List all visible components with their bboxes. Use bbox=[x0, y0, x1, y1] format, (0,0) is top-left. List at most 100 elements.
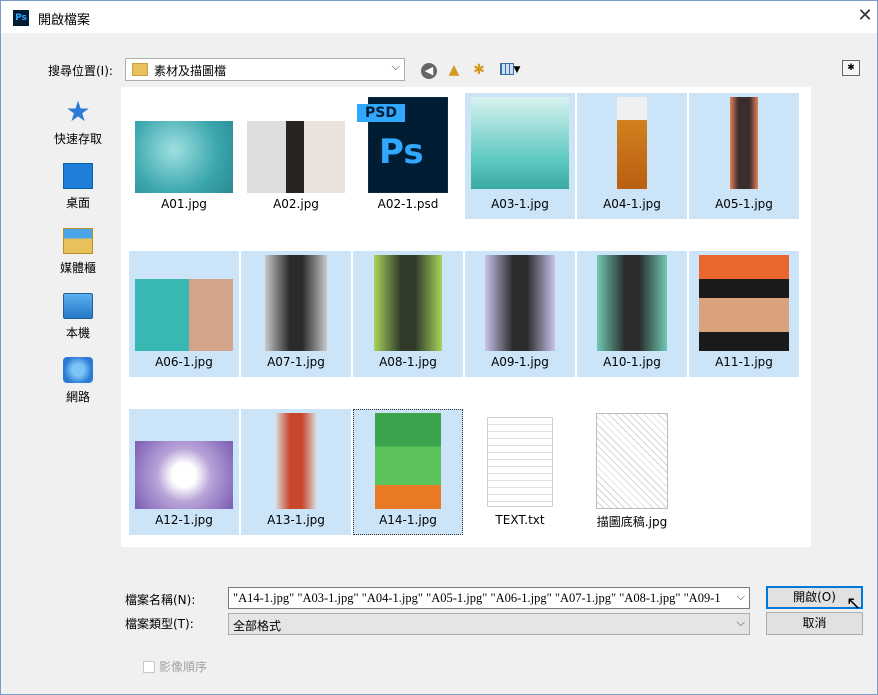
look-in-value: 素材及描圖檔 bbox=[154, 64, 227, 78]
file-name: A12-1.jpg bbox=[155, 513, 213, 527]
file-name: A02-1.psd bbox=[377, 197, 439, 211]
place-label: 網路 bbox=[65, 390, 90, 404]
file-list[interactable]: A01.jpg A02.jpg PSD Ps A02-1.psd A03-1.j… bbox=[121, 87, 811, 547]
file-name: A01.jpg bbox=[161, 197, 207, 211]
file-item[interactable]: A05-1.jpg bbox=[689, 93, 799, 219]
product-thumbnail bbox=[597, 255, 667, 351]
file-name: 描圖底稿.jpg bbox=[596, 515, 668, 529]
psd-file-icon: PSD Ps bbox=[357, 97, 448, 193]
file-name: A07-1.jpg bbox=[267, 355, 325, 369]
product-thumbnail bbox=[135, 441, 233, 509]
file-item[interactable]: PSD Ps A02-1.psd bbox=[353, 93, 463, 219]
product-thumbnail bbox=[485, 255, 555, 351]
file-item[interactable]: A08-1.jpg bbox=[353, 251, 463, 377]
file-type-label: 檔案類型(T): bbox=[125, 617, 194, 631]
file-name: A05-1.jpg bbox=[715, 197, 773, 211]
look-in-label: 搜尋位置(I): bbox=[48, 64, 113, 78]
product-thumbnail bbox=[730, 97, 758, 189]
place-network[interactable]: 網路 bbox=[41, 353, 115, 415]
back-arrow-icon: ◀ bbox=[421, 63, 437, 79]
this-pc-icon bbox=[63, 293, 93, 319]
open-file-dialog: Ps 開啟檔案 ✕ 搜尋位置(I): 素材及描圖檔 ⌵ ◀ ▲ ✱ ▼ ✱ ★ … bbox=[0, 0, 878, 695]
title-bar: Ps 開啟檔案 ✕ bbox=[1, 1, 877, 33]
file-item[interactable]: A11-1.jpg bbox=[689, 251, 799, 377]
view-grid-icon bbox=[499, 63, 514, 75]
text-file-icon bbox=[487, 417, 553, 507]
place-quick-access[interactable]: ★ 快速存取 bbox=[41, 95, 115, 157]
photoshop-app-icon: Ps bbox=[13, 10, 29, 26]
product-thumbnail bbox=[375, 413, 441, 509]
network-icon bbox=[63, 357, 93, 383]
view-menu-button[interactable]: ▼ bbox=[495, 60, 525, 80]
file-type-select[interactable]: 全部格式 ⌵ bbox=[228, 613, 750, 635]
file-item[interactable]: A06-1.jpg bbox=[129, 251, 239, 377]
file-item[interactable]: A12-1.jpg bbox=[129, 409, 239, 535]
checkbox-box[interactable] bbox=[143, 661, 155, 673]
place-label: 媒體櫃 bbox=[59, 261, 96, 275]
desktop-folder-icon[interactable]: ✱ bbox=[842, 60, 860, 76]
libraries-icon bbox=[63, 228, 93, 254]
file-item[interactable]: A10-1.jpg bbox=[577, 251, 687, 377]
look-in-combobox[interactable]: 素材及描圖檔 ⌵ bbox=[125, 58, 405, 81]
file-name: A09-1.jpg bbox=[491, 355, 549, 369]
new-folder-icon: ✱ bbox=[473, 62, 485, 78]
file-item[interactable]: A04-1.jpg bbox=[577, 93, 687, 219]
water-thumbnail bbox=[135, 121, 233, 193]
file-name-input[interactable]: "A14-1.jpg" "A03-1.jpg" "A04-1.jpg" "A05… bbox=[233, 591, 725, 606]
dialog-title: 開啟檔案 bbox=[38, 13, 91, 28]
file-name: A04-1.jpg bbox=[603, 197, 661, 211]
up-folder-button[interactable]: ▲ bbox=[444, 60, 464, 80]
file-name: A06-1.jpg bbox=[155, 355, 213, 369]
file-name: A10-1.jpg bbox=[603, 355, 661, 369]
ps-logo: Ps bbox=[379, 132, 424, 172]
file-item[interactable]: A01.jpg bbox=[129, 93, 239, 219]
file-name: A14-1.jpg bbox=[379, 513, 437, 527]
file-item[interactable]: TEXT.txt bbox=[465, 409, 575, 535]
chevron-down-icon[interactable]: ⌵ bbox=[737, 616, 745, 630]
product-thumbnail bbox=[374, 255, 442, 351]
place-libraries[interactable]: 媒體櫃 bbox=[41, 224, 115, 286]
cancel-button[interactable]: 取消 bbox=[766, 612, 863, 635]
place-label: 本機 bbox=[65, 326, 90, 340]
place-label: 桌面 bbox=[65, 196, 90, 210]
file-item[interactable]: A13-1.jpg bbox=[241, 409, 351, 535]
product-thumbnail bbox=[135, 279, 233, 351]
sketch-thumbnail bbox=[596, 413, 668, 509]
chevron-down-icon[interactable]: ⌵ bbox=[392, 60, 400, 74]
product-thumbnail bbox=[471, 97, 569, 189]
place-label: 快速存取 bbox=[53, 132, 102, 146]
quick-access-icon: ★ bbox=[65, 95, 91, 128]
file-item[interactable]: A09-1.jpg bbox=[465, 251, 575, 377]
image-sequence-label: 影像順序 bbox=[159, 660, 208, 674]
desktop-icon bbox=[63, 163, 93, 189]
up-folder-icon: ▲ bbox=[448, 62, 460, 78]
file-item[interactable]: A07-1.jpg bbox=[241, 251, 351, 377]
caret-down-icon: ▼ bbox=[513, 65, 521, 75]
portrait-thumbnail bbox=[247, 121, 345, 193]
place-desktop[interactable]: 桌面 bbox=[41, 159, 115, 221]
close-icon[interactable]: ✕ bbox=[853, 5, 877, 29]
place-this-pc[interactable]: 本機 bbox=[41, 289, 115, 351]
file-name: A08-1.jpg bbox=[379, 355, 437, 369]
file-item[interactable]: A02.jpg bbox=[241, 93, 351, 219]
file-name: TEXT.txt bbox=[495, 513, 545, 527]
file-name-label: 檔案名稱(N): bbox=[125, 593, 196, 607]
product-thumbnail bbox=[699, 255, 789, 351]
file-type-value: 全部格式 bbox=[233, 619, 282, 633]
file-name: A13-1.jpg bbox=[267, 513, 325, 527]
product-thumbnail bbox=[276, 413, 316, 509]
chevron-down-icon[interactable]: ⌵ bbox=[737, 590, 745, 604]
product-thumbnail bbox=[617, 97, 647, 189]
back-button[interactable]: ◀ bbox=[419, 60, 439, 80]
file-item[interactable]: A03-1.jpg bbox=[465, 93, 575, 219]
new-folder-button[interactable]: ✱ bbox=[469, 60, 489, 80]
psd-badge: PSD bbox=[357, 104, 405, 122]
file-name: A11-1.jpg bbox=[715, 355, 773, 369]
file-name-combobox[interactable]: "A14-1.jpg" "A03-1.jpg" "A04-1.jpg" "A05… bbox=[228, 587, 750, 609]
image-sequence-checkbox[interactable]: 影像順序 bbox=[143, 658, 207, 675]
folder-icon bbox=[132, 63, 148, 76]
file-item-focused[interactable]: A14-1.jpg bbox=[353, 409, 463, 535]
product-thumbnail bbox=[265, 255, 327, 351]
file-item[interactable]: 描圖底稿.jpg bbox=[577, 409, 687, 535]
mouse-cursor-icon: ↖ bbox=[846, 593, 862, 614]
